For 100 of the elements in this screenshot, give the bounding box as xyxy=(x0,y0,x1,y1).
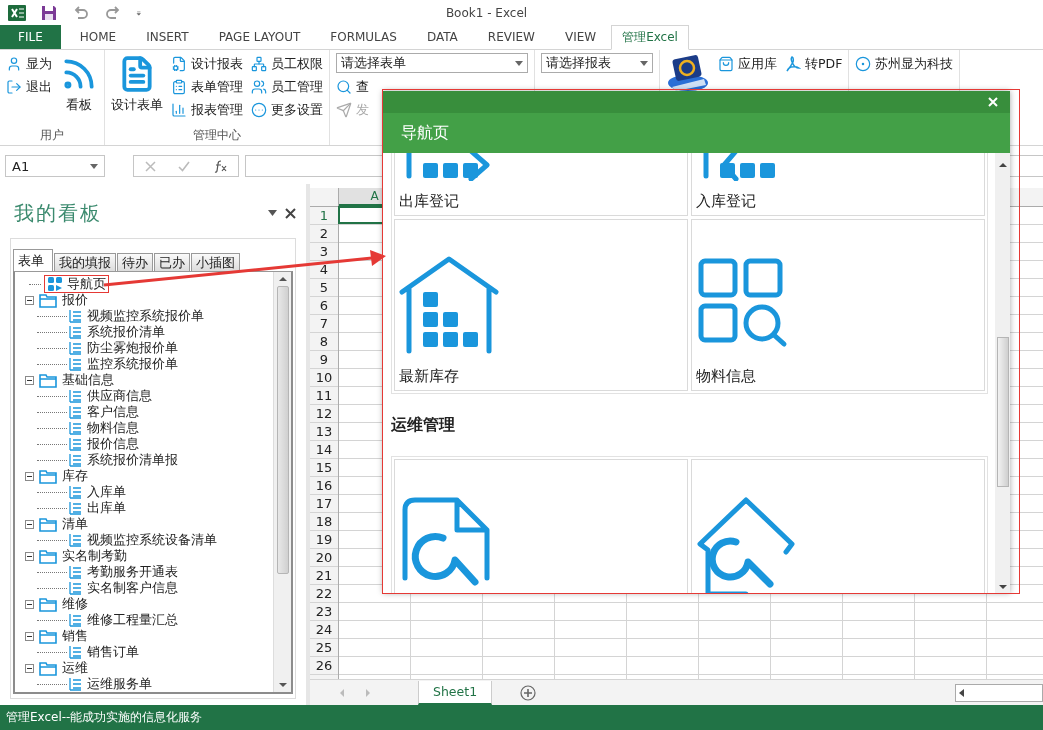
ribbon-button[interactable]: 表单管理 xyxy=(171,76,243,98)
row-header[interactable]: 21 xyxy=(310,567,338,585)
row-header[interactable]: 13 xyxy=(310,423,338,441)
ribbon-tab[interactable]: FILE xyxy=(0,25,61,49)
dropdown-caret-icon[interactable] xyxy=(268,210,277,216)
add-sheet-icon[interactable] xyxy=(520,684,537,701)
ribbon-button[interactable]: 报表管理 xyxy=(171,99,243,121)
row-header[interactable]: 2 xyxy=(310,225,338,243)
scrollbar[interactable] xyxy=(995,153,1010,593)
name-box[interactable]: A1 xyxy=(5,155,105,177)
redo-icon[interactable] xyxy=(104,3,122,22)
scrollbar-thumb[interactable] xyxy=(996,337,1009,487)
nav-tile[interactable] xyxy=(394,459,688,593)
collapse-toggle[interactable] xyxy=(25,375,34,385)
row-header[interactable]: 7 xyxy=(310,315,338,333)
panel-tab[interactable]: 表单 xyxy=(13,249,53,271)
row-header[interactable]: 22 xyxy=(310,585,338,603)
ribbon-button[interactable]: 员工权限 xyxy=(251,53,323,75)
ribbon-button[interactable]: 设计报表 xyxy=(171,53,243,75)
collapse-toggle[interactable] xyxy=(25,631,34,641)
collapse-toggle[interactable] xyxy=(25,471,34,481)
select-dropdown[interactable]: 请选择表单 xyxy=(336,53,528,73)
scrollbar[interactable] xyxy=(273,272,291,692)
nav-tile[interactable]: 入库登记 xyxy=(691,153,985,216)
tree-item[interactable]: 出库单 xyxy=(85,500,128,516)
nav-tile[interactable]: 物料信息 xyxy=(691,219,985,391)
ribbon-button[interactable]: 设计表单 xyxy=(111,53,163,114)
tree-item[interactable]: 运维 xyxy=(60,660,90,676)
collapse-toggle[interactable] xyxy=(25,599,34,609)
ribbon-tab[interactable]: 管理Excel xyxy=(611,25,689,50)
row-header[interactable]: 25 xyxy=(310,639,338,657)
tree-item[interactable]: 视频监控系统报价单 xyxy=(85,308,206,324)
ribbon-tab[interactable]: INSERT xyxy=(131,25,204,49)
row-header[interactable]: 15 xyxy=(310,459,338,477)
ribbon-button[interactable]: 转PDF xyxy=(785,53,843,75)
row-header[interactable]: 17 xyxy=(310,495,338,513)
collapse-toggle[interactable] xyxy=(25,519,34,529)
row-header[interactable]: 14 xyxy=(310,441,338,459)
row-header[interactable]: 26 xyxy=(310,657,338,675)
ribbon-tab[interactable]: REVIEW xyxy=(472,25,550,49)
save-icon[interactable] xyxy=(40,3,58,22)
tree-item[interactable]: 考勤服务开通表 xyxy=(85,564,180,580)
row-header[interactable]: 16 xyxy=(310,477,338,495)
tree-item[interactable]: 基础信息 xyxy=(60,372,116,388)
ribbon-button[interactable]: 看板 xyxy=(60,53,98,114)
panel-tab[interactable]: 已办 xyxy=(154,253,190,271)
nav-tile[interactable]: 出库登记 xyxy=(394,153,688,216)
tree-item[interactable]: 供应商信息 xyxy=(85,388,154,404)
ribbon-tab[interactable]: FORMULAS xyxy=(315,25,412,49)
row-header[interactable]: 23 xyxy=(310,603,338,621)
row-header[interactable]: 11 xyxy=(310,387,338,405)
row-header[interactable]: 5 xyxy=(310,279,338,297)
tree-item[interactable]: 导航页 xyxy=(65,276,108,292)
collapse-toggle[interactable] xyxy=(25,663,34,673)
check-icon[interactable] xyxy=(178,160,191,172)
ribbon-tab[interactable]: HOME xyxy=(64,25,132,49)
scrollbar-thumb[interactable] xyxy=(276,286,289,574)
row-header[interactable]: 24 xyxy=(310,621,338,639)
tree-item[interactable]: 报价信息 xyxy=(85,436,141,452)
ribbon-tab[interactable]: PAGE LAYOUT xyxy=(203,25,316,49)
row-header[interactable]: 6 xyxy=(310,297,338,315)
ribbon-button[interactable]: 退出 xyxy=(6,76,52,98)
panel-tab[interactable]: 我的填报 xyxy=(54,253,116,271)
tree-item[interactable]: 库存 xyxy=(60,468,90,484)
spreadsheet-app-icon[interactable] xyxy=(8,3,26,22)
select-dropdown[interactable]: 请选择报表 xyxy=(541,53,653,73)
tree-item[interactable]: 销售订单 xyxy=(85,644,141,660)
panel-tab[interactable]: 待办 xyxy=(117,253,153,271)
ribbon-button[interactable]: 应用库 xyxy=(718,53,777,75)
ribbon-button[interactable]: 查 xyxy=(336,76,369,98)
row-header[interactable]: 18 xyxy=(310,513,338,531)
row-header[interactable]: 9 xyxy=(310,351,338,369)
ribbon-button[interactable]: 更多设置 xyxy=(251,99,323,121)
ribbon-button[interactable]: 员工管理 xyxy=(251,76,323,98)
ribbon-button[interactable]: 苏州显为科技 xyxy=(855,53,954,75)
tree-item[interactable]: 运维服务单 xyxy=(85,676,154,692)
row-header[interactable]: 3 xyxy=(310,243,338,261)
ribbon-button[interactable]: 显为 xyxy=(6,53,52,75)
row-header[interactable]: 12 xyxy=(310,405,338,423)
ribbon-tab[interactable]: DATA xyxy=(411,25,473,49)
tree-item[interactable]: 视频监控系统设备清单 xyxy=(85,532,219,548)
tree-item[interactable]: 实名制考勤 xyxy=(60,548,129,564)
row-header[interactable]: 20 xyxy=(310,549,338,567)
row-header[interactable]: 1 xyxy=(310,207,338,225)
tree-item[interactable]: 系统报价清单 xyxy=(85,324,167,340)
tree-item[interactable]: 实名制客户信息 xyxy=(85,580,180,596)
tree-item[interactable]: 客户信息 xyxy=(85,404,141,420)
tree-item[interactable]: 维修工程量汇总 xyxy=(85,612,180,628)
tree-item[interactable]: 系统报价清单报 xyxy=(85,452,180,468)
row-header[interactable]: 8 xyxy=(310,333,338,351)
collapse-toggle[interactable] xyxy=(25,295,34,305)
sheet-tab[interactable]: Sheet1 xyxy=(418,680,493,705)
horizontal-scrollbar[interactable] xyxy=(955,683,1043,702)
row-header[interactable]: 4 xyxy=(310,261,338,279)
panel-tab[interactable]: 小插图 xyxy=(191,253,240,271)
tree-item[interactable]: 清单 xyxy=(60,516,90,532)
nav-tile[interactable]: 最新库存 xyxy=(394,219,688,391)
undo-icon[interactable] xyxy=(72,3,90,22)
close-icon[interactable] xyxy=(285,207,296,219)
tree-item[interactable]: 监控系统报价单 xyxy=(85,356,180,372)
